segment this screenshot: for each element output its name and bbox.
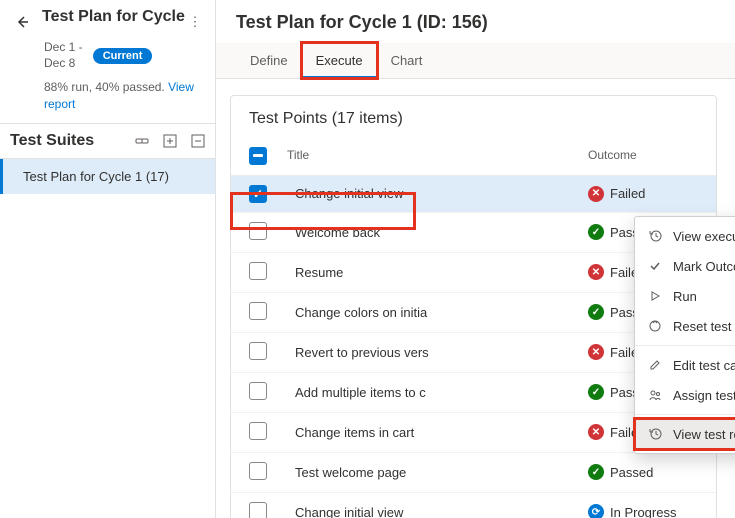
current-badge: Current [93, 48, 153, 64]
row-checkbox[interactable] [249, 422, 267, 440]
test-suites-heading: Test Suites [10, 132, 135, 150]
history-icon [647, 228, 663, 244]
menu-label: Reset test to active [673, 319, 735, 334]
status-icon: ✕ [588, 264, 604, 280]
status-icon: ✓ [588, 384, 604, 400]
select-all-checkbox[interactable] [249, 147, 267, 165]
menu-label: Run [673, 289, 735, 304]
menu-item-reset-test-to-active[interactable]: Reset test to active [635, 311, 735, 341]
status-icon: ✕ [588, 186, 604, 202]
status-icon: ✕ [588, 424, 604, 440]
row-checkbox[interactable] [249, 342, 267, 360]
tab-define[interactable]: Define [236, 43, 302, 78]
reset-icon [647, 318, 663, 334]
table-row[interactable]: Change initial view⟳In Progress [231, 493, 716, 518]
menu-separator [635, 414, 735, 415]
row-checkbox[interactable] [249, 382, 267, 400]
suite-item[interactable]: Test Plan for Cycle 1 (17) [0, 159, 215, 194]
test-points-title: Test Points (17 items) [231, 96, 716, 140]
row-title: Add multiple items to c [281, 385, 588, 400]
page-title: Test Plan for Cycle 1 (ID: 156) [216, 0, 735, 43]
column-outcome[interactable]: Outcome [588, 148, 698, 162]
menu-label: Edit test case [673, 358, 735, 373]
menu-item-edit-test-case[interactable]: Edit test case [635, 350, 735, 380]
collapse-icon[interactable] [191, 134, 205, 148]
status-icon: ✓ [588, 224, 604, 240]
table-header: Title Outcome [231, 140, 716, 176]
row-title: Test welcome page [281, 465, 588, 480]
row-outcome: ✓Passed [588, 464, 698, 480]
tab-chart[interactable]: Chart [377, 43, 437, 78]
history-icon [647, 426, 663, 442]
menu-item-view-test-result[interactable]: View test result [635, 419, 735, 449]
status-icon: ✓ [588, 464, 604, 480]
date-range: Dec 1 - Dec 8 [44, 40, 83, 71]
row-checkbox[interactable] [249, 185, 267, 203]
more-menu-button[interactable]: ⋮ [185, 8, 205, 36]
add-icon[interactable] [163, 134, 177, 148]
row-checkbox[interactable] [249, 502, 267, 518]
menu-label: View test result [673, 427, 735, 442]
menu-item-mark-outcome[interactable]: Mark Outcome› [635, 251, 735, 281]
context-menu: View execution historyMark Outcome›Run›R… [634, 216, 735, 454]
row-outcome: ⟳In Progress [588, 504, 698, 518]
row-title: Change items in cart [281, 425, 588, 440]
row-title: Revert to previous vers [281, 345, 588, 360]
link-icon[interactable] [135, 134, 149, 148]
menu-label: View execution history [673, 229, 735, 244]
edit-icon [647, 357, 663, 373]
row-title: Change initial view [281, 186, 588, 201]
row-checkbox[interactable] [249, 462, 267, 480]
run-stats: 88% run, 40% passed. View report [44, 79, 205, 113]
assign-icon [647, 387, 663, 403]
tab-bar: Define Execute Chart [216, 43, 735, 79]
play-icon [647, 288, 663, 304]
menu-item-view-execution-history[interactable]: View execution history [635, 221, 735, 251]
column-title[interactable]: Title [281, 148, 588, 162]
table-row[interactable]: Test welcome page✓Passed [231, 453, 716, 493]
sidebar: Test Plan for Cycle ⋮ Dec 1 - Dec 8 Curr… [0, 0, 216, 518]
row-checkbox[interactable] [249, 262, 267, 280]
row-checkbox[interactable] [249, 302, 267, 320]
menu-label: Mark Outcome [673, 259, 735, 274]
menu-label: Assign tester [673, 388, 735, 403]
menu-separator [635, 345, 735, 346]
row-title: Welcome back [281, 225, 588, 240]
sidebar-title: Test Plan for Cycle [42, 8, 185, 26]
back-button[interactable] [8, 8, 36, 36]
tab-execute[interactable]: Execute [302, 43, 377, 78]
menu-item-assign-tester[interactable]: Assign tester› [635, 380, 735, 410]
status-icon: ✓ [588, 304, 604, 320]
row-title: Resume [281, 265, 588, 280]
row-checkbox[interactable] [249, 222, 267, 240]
check-icon [647, 258, 663, 274]
status-icon: ✕ [588, 344, 604, 360]
menu-item-run[interactable]: Run› [635, 281, 735, 311]
row-outcome: ✕Failed [588, 186, 698, 202]
main-panel: Test Plan for Cycle 1 (ID: 156) Define E… [216, 0, 735, 518]
row-title: Change initial view [281, 505, 588, 518]
table-row[interactable]: Change initial view✕Failed [231, 176, 716, 213]
status-icon: ⟳ [588, 504, 604, 518]
row-title: Change colors on initia [281, 305, 588, 320]
